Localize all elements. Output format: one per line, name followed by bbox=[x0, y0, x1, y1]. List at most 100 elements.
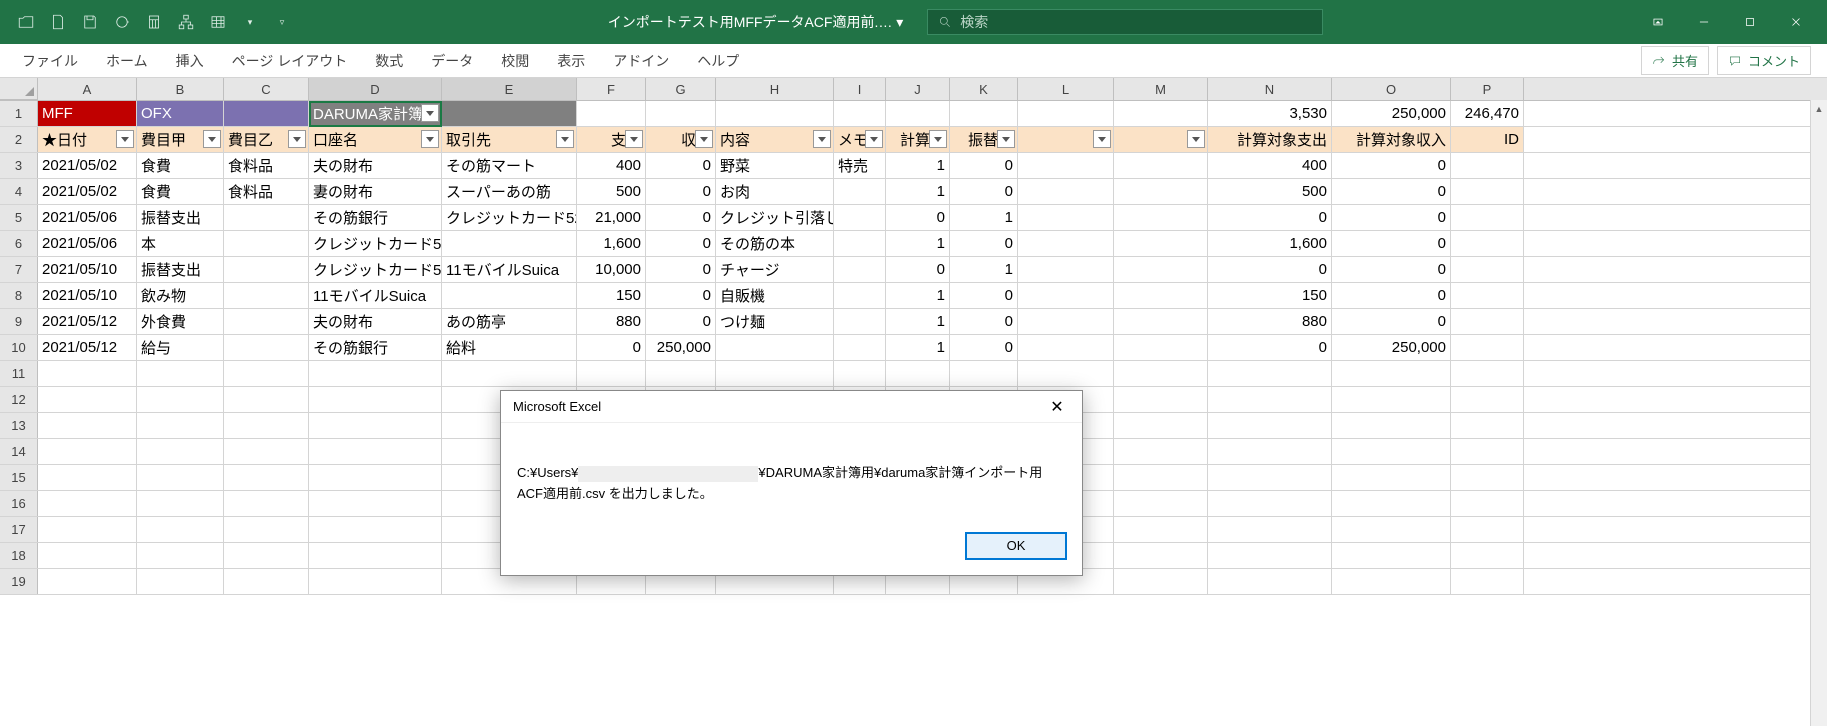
cell[interactable]: 計算対 bbox=[886, 127, 950, 152]
cell[interactable]: 計算対象収入 bbox=[1332, 127, 1451, 152]
cell[interactable] bbox=[442, 101, 577, 126]
cell[interactable]: 1 bbox=[886, 283, 950, 308]
tab-pagelayout[interactable]: ページ レイアウト bbox=[218, 44, 362, 77]
cell[interactable]: 夫の財布 bbox=[309, 153, 442, 178]
cell[interactable] bbox=[1451, 153, 1524, 178]
tab-help[interactable]: ヘルプ bbox=[683, 44, 753, 77]
cell[interactable] bbox=[886, 361, 950, 386]
cell[interactable]: 外食費 bbox=[137, 309, 224, 334]
row-header[interactable]: 5 bbox=[0, 205, 38, 230]
cell[interactable]: 246,470 bbox=[1451, 101, 1524, 126]
cell[interactable] bbox=[309, 517, 442, 542]
cell[interactable] bbox=[716, 361, 834, 386]
cell[interactable]: 費目甲 bbox=[137, 127, 224, 152]
cell[interactable]: 0 bbox=[646, 231, 716, 256]
cell[interactable] bbox=[1208, 465, 1332, 490]
cell[interactable]: ID bbox=[1451, 127, 1524, 152]
cell[interactable]: その筋マート bbox=[442, 153, 577, 178]
cell[interactable] bbox=[309, 465, 442, 490]
cell[interactable] bbox=[1451, 205, 1524, 230]
row-header[interactable]: 1 bbox=[0, 101, 38, 126]
cell[interactable]: 振替支出 bbox=[137, 257, 224, 282]
cell[interactable] bbox=[1018, 179, 1114, 204]
cell[interactable]: OFX bbox=[137, 101, 224, 126]
cell[interactable] bbox=[1451, 517, 1524, 542]
cell[interactable] bbox=[224, 335, 309, 360]
cell[interactable] bbox=[137, 387, 224, 412]
col-header-D[interactable]: D bbox=[309, 78, 442, 100]
cell[interactable] bbox=[1018, 127, 1114, 152]
cell[interactable]: 10,000 bbox=[577, 257, 646, 282]
row-header[interactable]: 15 bbox=[0, 465, 38, 490]
filter-button[interactable] bbox=[421, 104, 439, 122]
cell[interactable]: 880 bbox=[1208, 309, 1332, 334]
col-header-F[interactable]: F bbox=[577, 78, 646, 100]
filter-button[interactable] bbox=[1187, 130, 1205, 148]
filter-button[interactable] bbox=[421, 130, 439, 148]
cell[interactable] bbox=[38, 543, 137, 568]
ok-button[interactable]: OK bbox=[966, 533, 1066, 559]
cell[interactable]: 振替支出 bbox=[137, 205, 224, 230]
cell[interactable] bbox=[834, 101, 886, 126]
cell[interactable] bbox=[886, 101, 950, 126]
cell[interactable] bbox=[1332, 465, 1451, 490]
tab-home[interactable]: ホーム bbox=[92, 44, 162, 77]
col-header-N[interactable]: N bbox=[1208, 78, 1332, 100]
cell[interactable] bbox=[38, 569, 137, 594]
row-header[interactable]: 13 bbox=[0, 413, 38, 438]
row-header[interactable]: 3 bbox=[0, 153, 38, 178]
cell[interactable]: 2021/05/10 bbox=[38, 257, 137, 282]
tab-addins[interactable]: アドイン bbox=[599, 44, 683, 77]
comment-button[interactable]: コメント bbox=[1717, 46, 1811, 75]
cell[interactable]: つけ麺 bbox=[716, 309, 834, 334]
cell[interactable] bbox=[1018, 309, 1114, 334]
cell[interactable]: 0 bbox=[886, 205, 950, 230]
cell[interactable] bbox=[1114, 439, 1208, 464]
cell[interactable] bbox=[1451, 283, 1524, 308]
cell[interactable]: 2021/05/06 bbox=[38, 205, 137, 230]
row-header[interactable]: 4 bbox=[0, 179, 38, 204]
row-header[interactable]: 12 bbox=[0, 387, 38, 412]
filter-button[interactable] bbox=[288, 130, 306, 148]
cell[interactable]: 1 bbox=[886, 335, 950, 360]
cell[interactable] bbox=[834, 257, 886, 282]
cell[interactable]: 0 bbox=[1332, 257, 1451, 282]
cell[interactable] bbox=[224, 257, 309, 282]
cell[interactable] bbox=[577, 101, 646, 126]
open-icon[interactable] bbox=[12, 8, 40, 36]
cell[interactable]: 1 bbox=[886, 231, 950, 256]
cell[interactable] bbox=[1114, 127, 1208, 152]
cell[interactable]: クレジットカード52 bbox=[309, 231, 442, 256]
cell[interactable]: 0 bbox=[646, 179, 716, 204]
cell[interactable] bbox=[309, 361, 442, 386]
cell[interactable]: 1 bbox=[950, 257, 1018, 282]
cell[interactable]: その筋銀行 bbox=[309, 335, 442, 360]
dialog-close-button[interactable]: ✕ bbox=[1036, 392, 1078, 422]
cell[interactable] bbox=[224, 205, 309, 230]
cell[interactable]: 給料 bbox=[442, 335, 577, 360]
cell[interactable] bbox=[309, 387, 442, 412]
cell[interactable]: 0 bbox=[1332, 179, 1451, 204]
cell[interactable] bbox=[1451, 179, 1524, 204]
cell[interactable] bbox=[1114, 309, 1208, 334]
cell[interactable]: 0 bbox=[950, 309, 1018, 334]
cell[interactable] bbox=[716, 101, 834, 126]
cell[interactable]: 野菜 bbox=[716, 153, 834, 178]
row-header[interactable]: 6 bbox=[0, 231, 38, 256]
cell[interactable]: ★日付 bbox=[38, 127, 137, 152]
cell[interactable] bbox=[137, 569, 224, 594]
cell[interactable]: 収入 bbox=[646, 127, 716, 152]
row-header[interactable]: 9 bbox=[0, 309, 38, 334]
filter-button[interactable] bbox=[1093, 130, 1111, 148]
cell[interactable] bbox=[1114, 465, 1208, 490]
cell[interactable]: 支出 bbox=[577, 127, 646, 152]
cell[interactable]: 取引先 bbox=[442, 127, 577, 152]
cell[interactable] bbox=[1114, 153, 1208, 178]
cell[interactable] bbox=[1451, 257, 1524, 282]
row-header[interactable]: 2 bbox=[0, 127, 38, 152]
cell[interactable]: 2021/05/10 bbox=[38, 283, 137, 308]
cell[interactable] bbox=[309, 543, 442, 568]
cell[interactable]: 0 bbox=[1332, 231, 1451, 256]
search-input[interactable]: 検索 bbox=[927, 9, 1323, 35]
cell[interactable] bbox=[1451, 413, 1524, 438]
